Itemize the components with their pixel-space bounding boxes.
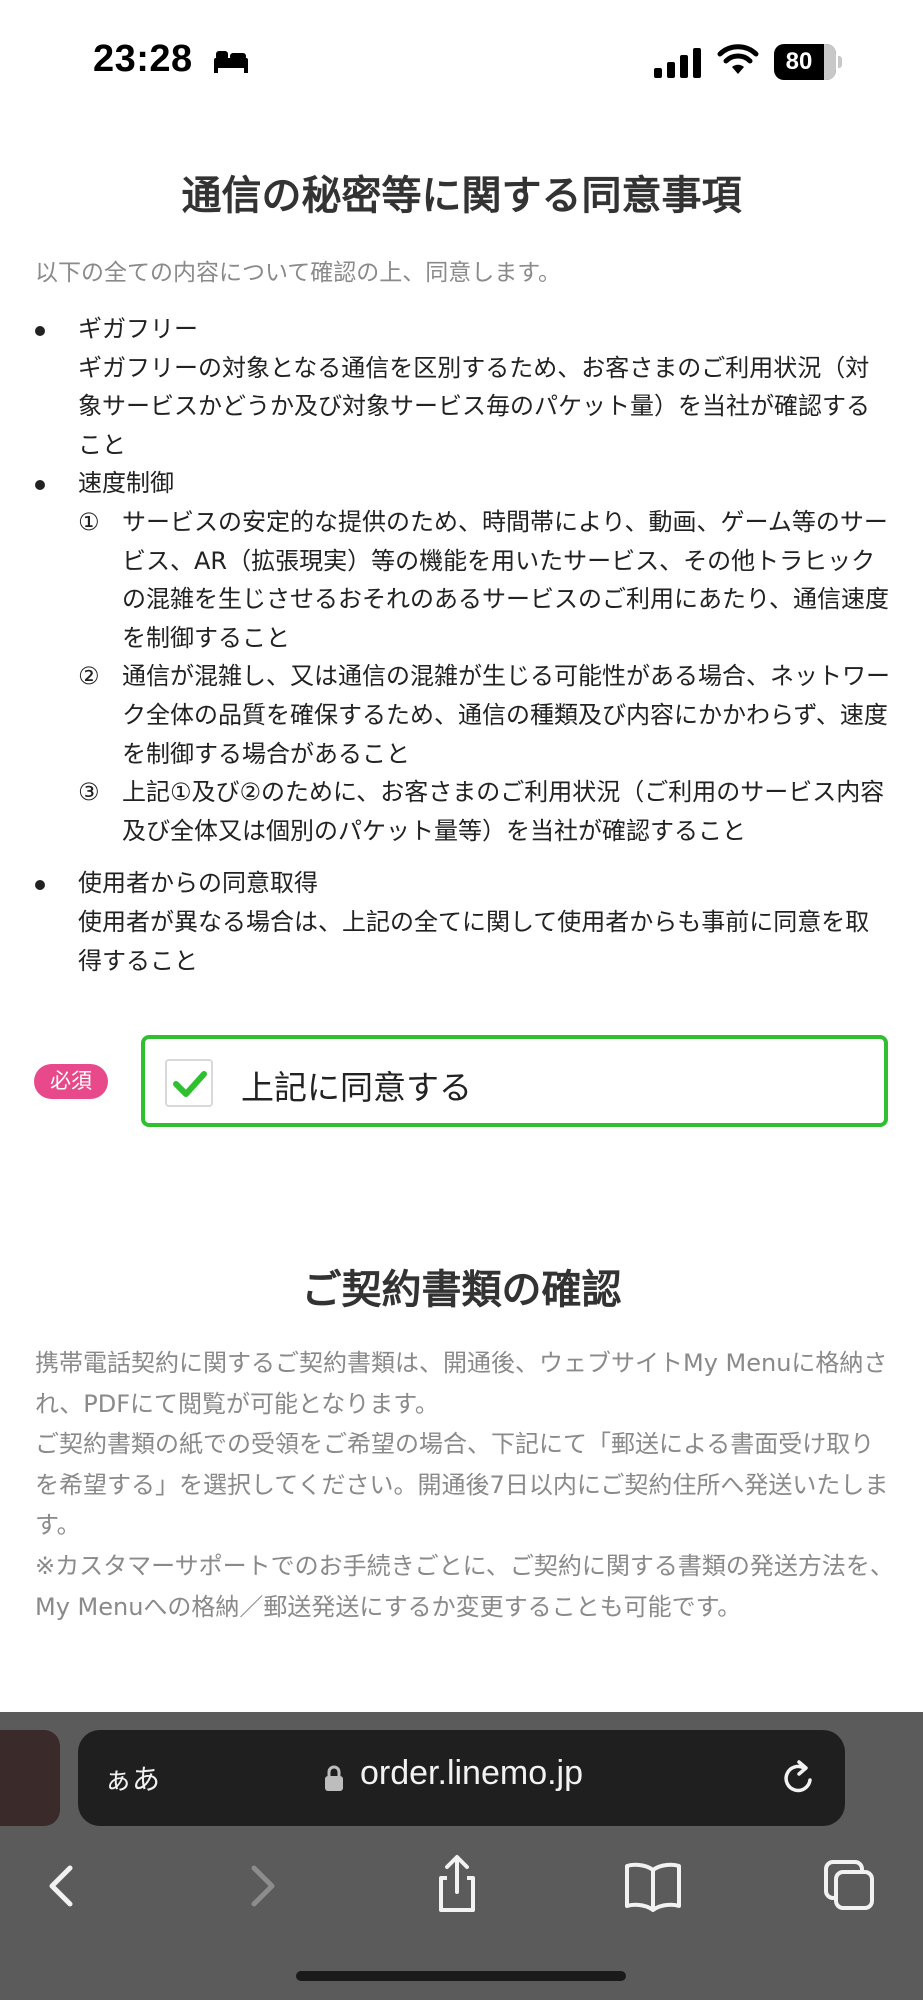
agree-checkbox-field[interactable]: 上記に同意する (141, 1035, 888, 1127)
browser-bottom-bar: ぁあ order.linemo.jp (0, 1712, 923, 2000)
forward-icon[interactable] (222, 1846, 302, 1926)
bookmarks-icon[interactable] (613, 1846, 693, 1926)
item-title: ギガフリー (78, 315, 198, 343)
list-item: 速度制御 ① サービスの安定的な提供のため、時間帯により、動画、ゲーム等のサービ… (35, 464, 890, 850)
agree-label[interactable]: 上記に同意する (241, 1061, 472, 1109)
home-indicator (296, 1971, 626, 1981)
item-body: ギガフリーの対象となる通信を区別するため、お客さまのご利用状況（対象サービスかど… (78, 353, 870, 459)
address-bar[interactable]: ぁあ order.linemo.jp (78, 1730, 845, 1826)
documents-section-title: ご契約書類の確認 (301, 1267, 622, 1313)
required-badge: 必須 (34, 1064, 108, 1099)
battery-level-text: 80 (785, 48, 813, 75)
documents-paragraph: ※カスタマーサポートでのお手続きごとに、ご契約に関する書類の発送方法を、My M… (35, 1551, 894, 1621)
list-item: ギガフリー ギガフリーの対象となる通信を区別するため、お客さまのご利用状況（対象… (35, 310, 890, 464)
documents-description: 携帯電話契約に関するご契約書類は、開通後、ウェブサイトMy Menuに格納され、… (35, 1343, 895, 1627)
consent-items-list: ギガフリー ギガフリーの対象となる通信を区別するため、お客さまのご利用状況（対象… (35, 310, 890, 980)
lock-icon (325, 1765, 343, 1791)
sub-item-number: ③ (78, 778, 100, 807)
sub-list-item: ③ 上記①及び②のために、お客さまのご利用状況（ご利用のサービス内容及び全体又は… (78, 773, 890, 850)
share-icon[interactable] (417, 1846, 497, 1926)
list-item: 使用者からの同意取得 使用者が異なる場合は、上記の全てに関して使用者からも事前に… (35, 864, 890, 980)
back-icon[interactable] (22, 1846, 102, 1926)
sub-list-item: ① サービスの安定的な提供のため、時間帯により、動画、ゲーム等のサービス、AR（… (78, 503, 890, 657)
speed-control-sublist: ① サービスの安定的な提供のため、時間帯により、動画、ゲーム等のサービス、AR（… (78, 503, 890, 850)
sub-item-text: 通信が混雑し、又は通信の混雑が生じる可能性がある場合、ネットワーク全体の品質を確… (122, 662, 890, 768)
consent-intro: 以下の全ての内容について確認の上、同意します。 (35, 260, 562, 286)
signal-icon (654, 48, 701, 78)
bullet-icon (35, 326, 45, 336)
status-time: 23:28 (93, 38, 193, 80)
item-body: 使用者が異なる場合は、上記の全てに関して使用者からも事前に同意を取得すること (78, 907, 870, 975)
sub-item-text: 上記①及び②のために、お客さまのご利用状況（ご利用のサービス内容及び全体又は個別… (122, 778, 885, 845)
battery-icon: 80 (774, 44, 842, 80)
documents-paragraph: ご契約書類の紙での受領をご希望の場合、下記にて「郵送による書面受け取りを希望する… (35, 1430, 889, 1540)
sub-item-number: ② (78, 662, 100, 691)
checkmark-icon (173, 1071, 207, 1097)
wifi-icon (717, 44, 759, 74)
documents-paragraph: 携帯電話契約に関するご契約書類は、開通後、ウェブサイトMy Menuに格納され、… (35, 1349, 888, 1418)
url-text[interactable]: order.linemo.jp (360, 1754, 583, 1793)
reload-icon[interactable] (778, 1758, 818, 1798)
agree-checkbox[interactable] (165, 1059, 213, 1107)
previous-tab-preview[interactable] (0, 1730, 60, 1826)
sub-item-number: ① (78, 507, 100, 536)
sleep-icon (214, 51, 248, 73)
item-title: 速度制御 (78, 469, 174, 498)
sub-list-item: ② 通信が混雑し、又は通信の混雑が生じる可能性がある場合、ネットワーク全体の品質… (78, 657, 890, 773)
sub-item-text: サービスの安定的な提供のため、時間帯により、動画、ゲーム等のサービス、AR（拡張… (122, 507, 890, 652)
page-settings-button[interactable]: ぁあ (104, 1758, 160, 1798)
bullet-icon (35, 880, 45, 891)
status-bar: 23:28 80 (0, 0, 923, 110)
consent-section-title: 通信の秘密等に関する同意事項 (181, 173, 742, 219)
tabs-icon[interactable] (810, 1846, 890, 1926)
bullet-icon (35, 480, 45, 491)
item-title: 使用者からの同意取得 (78, 869, 318, 898)
browser-toolbar (0, 1846, 923, 1926)
